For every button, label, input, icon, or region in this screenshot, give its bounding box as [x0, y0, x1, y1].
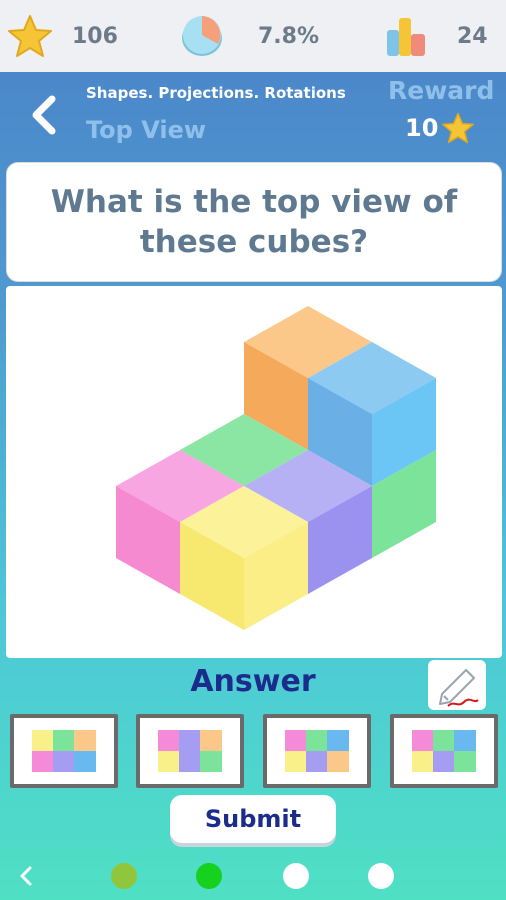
star-icon	[8, 15, 52, 57]
page-title: Top View	[86, 116, 207, 144]
star-icon	[442, 112, 475, 144]
chevron-left-icon	[32, 95, 56, 135]
breadcrumb: Shapes. Projections. Rotations	[86, 84, 346, 102]
pie-chart-icon	[182, 16, 222, 56]
level-stat: 24	[385, 0, 488, 72]
answer-options	[10, 714, 498, 788]
header: Shapes. Projections. Rotations Top View …	[0, 72, 506, 162]
percent-stat: 7.8%	[180, 0, 319, 72]
submit-button[interactable]: Submit	[170, 795, 336, 843]
progress-dot-2[interactable]	[196, 863, 222, 889]
top-view-grid-icon	[285, 730, 349, 772]
stats-bar: 106 7.8% 24	[0, 0, 506, 72]
isometric-cubes-illustration	[116, 306, 436, 630]
draw-button[interactable]	[428, 660, 486, 710]
chevron-left-icon	[20, 866, 32, 886]
answer-option-2[interactable]	[136, 714, 244, 788]
level-value: 24	[457, 23, 488, 49]
top-view-grid-icon	[412, 730, 476, 772]
answer-option-3[interactable]	[263, 714, 371, 788]
reward-label: Reward	[388, 76, 495, 105]
question-text: What is the top view of these cubes?	[50, 184, 458, 260]
prev-button[interactable]	[14, 862, 40, 890]
progress-dot-1[interactable]	[111, 863, 137, 889]
reward-value: 10	[405, 114, 439, 142]
pencil-icon	[439, 669, 479, 707]
top-view-grid-icon	[32, 730, 96, 772]
reward-amount: 10	[405, 112, 475, 144]
percent-value: 7.8%	[258, 23, 320, 49]
bar-chart-icon	[387, 18, 425, 56]
progress-dot-4[interactable]	[368, 863, 394, 889]
answer-option-1[interactable]	[10, 714, 118, 788]
cube-figure	[6, 286, 502, 658]
progress-dot-3[interactable]	[283, 863, 309, 889]
question-card: What is the top view of these cubes?	[6, 162, 502, 282]
stars-count: 106	[72, 23, 118, 49]
top-view-grid-icon	[158, 730, 222, 772]
answer-option-4[interactable]	[390, 714, 498, 788]
back-button[interactable]	[24, 92, 64, 138]
stars-stat: 106	[8, 0, 118, 72]
